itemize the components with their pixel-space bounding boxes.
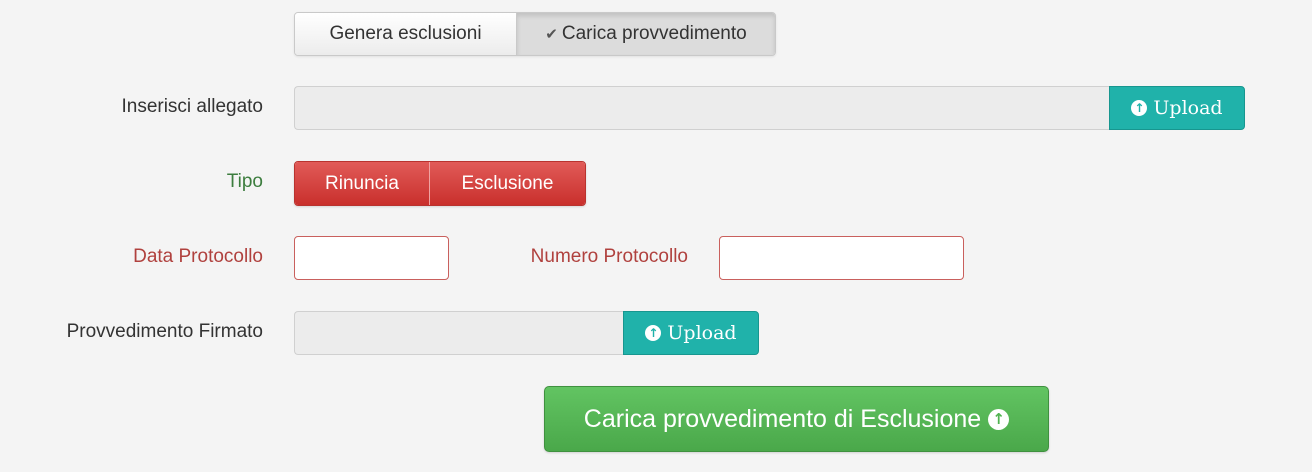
esclusione-button[interactable]: Esclusione: [430, 162, 585, 205]
data-protocollo-input[interactable]: [294, 236, 449, 280]
mode-toggle: Genera esclusioni ✔ Carica provvedimento: [294, 12, 776, 56]
rinuncia-button[interactable]: Rinuncia: [295, 162, 430, 205]
submit-label: Carica provvedimento di Esclusione: [583, 404, 982, 433]
numero-protocollo-label: Numero Protocollo: [530, 246, 688, 267]
allegato-upload-label: Upload: [1153, 97, 1223, 119]
circle-arrow-up-icon: ↑: [645, 325, 662, 341]
allegato-file-field: ↑ Upload: [294, 86, 1245, 130]
form-page: Genera esclusioni ✔ Carica provvedimento…: [0, 0, 1312, 472]
genera-esclusioni-label: Genera esclusioni: [329, 23, 482, 44]
allegato-label: Inserisci allegato: [121, 96, 263, 117]
provvedimento-file-path[interactable]: [294, 311, 623, 355]
carica-provvedimento-button[interactable]: ✔ Carica provvedimento: [517, 13, 775, 55]
provvedimento-label: Provvedimento Firmato: [66, 321, 263, 342]
data-protocollo-label: Data Protocollo: [133, 246, 263, 267]
rinuncia-label: Rinuncia: [325, 172, 399, 194]
esclusione-label: Esclusione: [461, 172, 554, 194]
numero-protocollo-input[interactable]: [719, 236, 964, 280]
genera-esclusioni-button[interactable]: Genera esclusioni: [295, 13, 517, 55]
circle-arrow-up-icon: ↑: [1131, 100, 1148, 116]
allegato-file-path[interactable]: [294, 86, 1109, 130]
tipo-button-group: Rinuncia Esclusione: [294, 161, 586, 206]
provvedimento-upload-label: Upload: [667, 322, 737, 344]
circle-arrow-up-icon: ↑: [988, 408, 1010, 430]
allegato-upload-button[interactable]: ↑ Upload: [1109, 86, 1245, 130]
check-icon: ✔: [545, 26, 558, 43]
provvedimento-file-field: ↑ Upload: [294, 311, 759, 355]
carica-provvedimento-esclusione-button[interactable]: Carica provvedimento di Esclusione ↑: [544, 386, 1049, 452]
carica-provvedimento-label: Carica provvedimento: [561, 23, 747, 44]
provvedimento-upload-button[interactable]: ↑ Upload: [623, 311, 759, 355]
tipo-label: Tipo: [226, 171, 263, 192]
